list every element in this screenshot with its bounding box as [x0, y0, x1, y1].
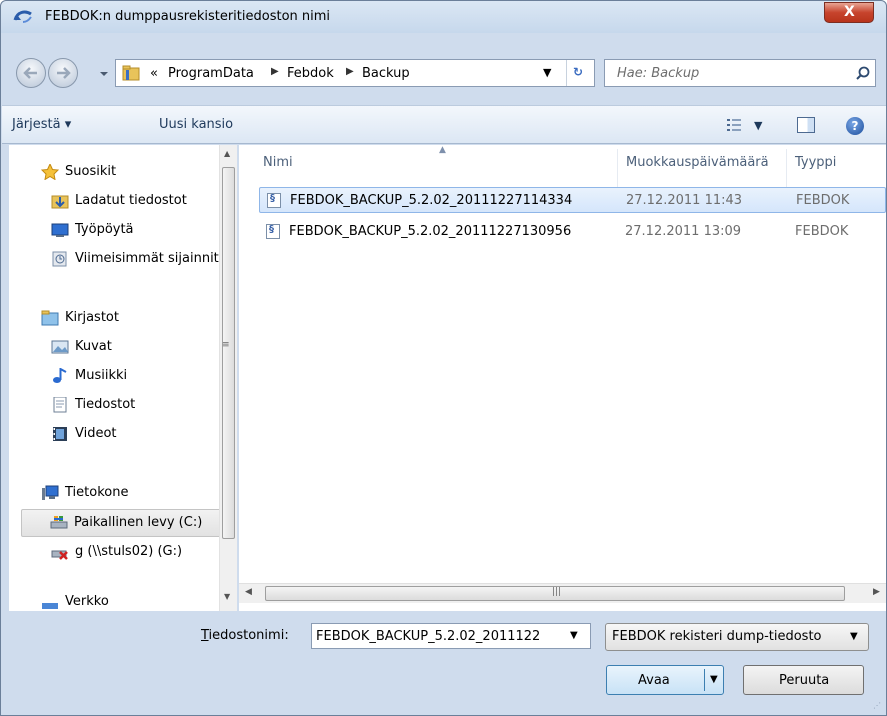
nav-network[interactable]: Verkko	[41, 591, 227, 611]
breadcrumb-febdok[interactable]: Febdok	[287, 66, 334, 81]
breadcrumb-separator-icon[interactable]: ▶	[271, 66, 279, 77]
backup-file-icon: §	[267, 193, 281, 208]
videos-icon	[53, 427, 67, 441]
nav-pictures[interactable]: Kuvat	[51, 336, 227, 360]
nav-local-disk[interactable]: Paikallinen levy (C:)	[21, 509, 227, 537]
column-divider[interactable]	[786, 149, 787, 189]
nav-network-drive-g[interactable]: g (\\stuls02) (G:)	[51, 541, 227, 565]
libraries-icon	[41, 310, 59, 326]
forward-button[interactable]	[48, 58, 78, 88]
command-toolbar: Järjestä ▾ Uusi kansio ▼ ?	[2, 105, 886, 144]
scroll-down-icon[interactable]: ▼	[224, 592, 230, 601]
split-divider	[704, 669, 705, 691]
scroll-grip-icon: |||	[552, 587, 562, 597]
search-input[interactable]: Hae: Backup	[617, 66, 699, 81]
backup-file-icon: §	[266, 224, 280, 239]
recent-places-icon	[52, 251, 67, 267]
column-header-name[interactable]: Nimi	[263, 155, 293, 170]
help-icon[interactable]: ?	[846, 117, 864, 135]
star-icon	[41, 164, 59, 180]
scroll-grip-icon: ≡	[222, 340, 230, 350]
chevron-down-icon: ▼	[850, 631, 858, 642]
arrow-left-icon	[23, 67, 37, 79]
sort-ascending-icon: ▲	[439, 145, 446, 155]
file-name: FEBDOK_BACKUP_5.2.02_20111227130956	[289, 224, 572, 239]
back-button[interactable]	[16, 58, 46, 88]
documents-icon	[53, 397, 67, 413]
nav-computer[interactable]: Tietokone	[41, 482, 227, 506]
arrow-right-icon	[57, 67, 71, 79]
view-options-icon[interactable]	[726, 118, 742, 132]
local-disk-icon	[50, 516, 68, 529]
file-save-dialog: FEBDOK:n dumppausrekisteritiedoston nimi…	[0, 0, 887, 716]
folder-icon	[122, 65, 140, 81]
disconnected-network-drive-icon	[51, 550, 68, 560]
nav-documents[interactable]: Tiedostot	[51, 394, 227, 418]
address-history-dropdown-icon[interactable]: ▼	[543, 66, 551, 79]
filename-dropdown-icon[interactable]: ▼	[570, 630, 578, 641]
nav-downloads[interactable]: Ladatut tiedostot	[51, 190, 227, 214]
navigation-pane: Suosikit Ladatut tiedostot Työpöytä Viim…	[9, 145, 237, 611]
new-folder-button[interactable]: Uusi kansio	[159, 117, 233, 132]
open-options-dropdown-icon[interactable]: ▼	[710, 674, 718, 685]
nav-videos[interactable]: Videot	[51, 423, 227, 447]
breadcrumb-programdata[interactable]: ProgramData	[168, 66, 254, 81]
search-box[interactable]: Hae: Backup	[604, 59, 876, 87]
network-icon	[42, 603, 58, 609]
filename-combobox[interactable]: ▼	[311, 623, 591, 649]
nav-desktop[interactable]: Työpöytä	[51, 219, 227, 243]
organize-menu-button[interactable]: Järjestä ▾	[12, 117, 71, 132]
filename-field[interactable]	[316, 627, 561, 645]
cancel-button[interactable]: Peruuta	[743, 665, 864, 695]
column-header-type[interactable]: Tyyppi	[795, 155, 836, 170]
scroll-up-icon[interactable]: ▲	[224, 149, 230, 158]
open-button[interactable]: Avaa ▼	[606, 665, 724, 695]
breadcrumb-overflow[interactable]: «	[150, 66, 158, 81]
breadcrumb-backup[interactable]: Backup	[362, 66, 410, 81]
nav-music[interactable]: Musiikki	[51, 365, 227, 389]
file-modified: 27.12.2011 11:43	[626, 193, 743, 208]
file-row[interactable]: § FEBDOK_BACKUP_5.2.02_20111227130956 27…	[259, 219, 886, 245]
file-list: ▲ Nimi Muokkauspäivämäärä Tyyppi § FEBDO…	[239, 145, 886, 611]
breadcrumb-separator-icon[interactable]: ▶	[346, 66, 354, 77]
scrollbar-thumb[interactable]	[222, 167, 235, 539]
nav-favorites[interactable]: Suosikit	[41, 161, 227, 185]
column-header-modified[interactable]: Muokkauspäivämäärä	[626, 155, 781, 170]
file-row[interactable]: § FEBDOK_BACKUP_5.2.02_20111227114334 27…	[259, 187, 886, 213]
navigation-scrollbar[interactable]: ▲ ≡ ▼	[219, 145, 237, 611]
filename-label: Tiedostonimi:	[201, 628, 289, 643]
pictures-icon	[51, 340, 69, 354]
close-icon: X	[844, 4, 855, 20]
preview-pane-icon[interactable]	[797, 117, 815, 133]
window-title: FEBDOK:n dumppausrekisteritiedoston nimi	[45, 9, 331, 24]
title-bar[interactable]: FEBDOK:n dumppausrekisteritiedoston nimi…	[1, 1, 886, 33]
file-type-select[interactable]: FEBDOK rekisteri dump-tiedosto ▼	[605, 623, 869, 651]
refresh-button[interactable]: ↻	[566, 60, 594, 86]
file-modified: 27.12.2011 13:09	[625, 224, 742, 239]
febdok-app-icon	[13, 10, 32, 23]
scroll-left-icon[interactable]: ◀	[245, 587, 252, 597]
column-divider[interactable]	[617, 149, 618, 189]
file-name: FEBDOK_BACKUP_5.2.02_20111227114334	[290, 193, 573, 208]
downloads-folder-icon	[51, 195, 69, 209]
file-type: FEBDOK	[796, 193, 850, 208]
scroll-right-icon[interactable]: ▶	[873, 587, 880, 597]
desktop-icon	[51, 223, 69, 237]
file-type: FEBDOK	[795, 224, 849, 239]
address-bar[interactable]: « ProgramData ▶ Febdok ▶ Backup ▼ ↻	[115, 59, 595, 87]
close-button[interactable]: X	[824, 2, 874, 23]
file-list-scrollbar[interactable]: ◀ ||| ▶	[239, 583, 886, 603]
recent-pages-dropdown[interactable]	[97, 68, 111, 80]
refresh-icon: ↻	[573, 65, 584, 79]
search-icon[interactable]	[856, 66, 870, 80]
resize-grip-icon[interactable]: ⋰	[873, 701, 881, 710]
nav-recent-places[interactable]: Viimeisimmät sijainnit	[51, 248, 227, 272]
computer-icon	[42, 485, 59, 500]
music-icon	[53, 368, 67, 383]
scrollbar-thumb[interactable]: |||	[265, 586, 845, 601]
nav-libraries[interactable]: Kirjastot	[41, 307, 227, 331]
view-options-dropdown-icon[interactable]: ▼	[754, 119, 762, 132]
